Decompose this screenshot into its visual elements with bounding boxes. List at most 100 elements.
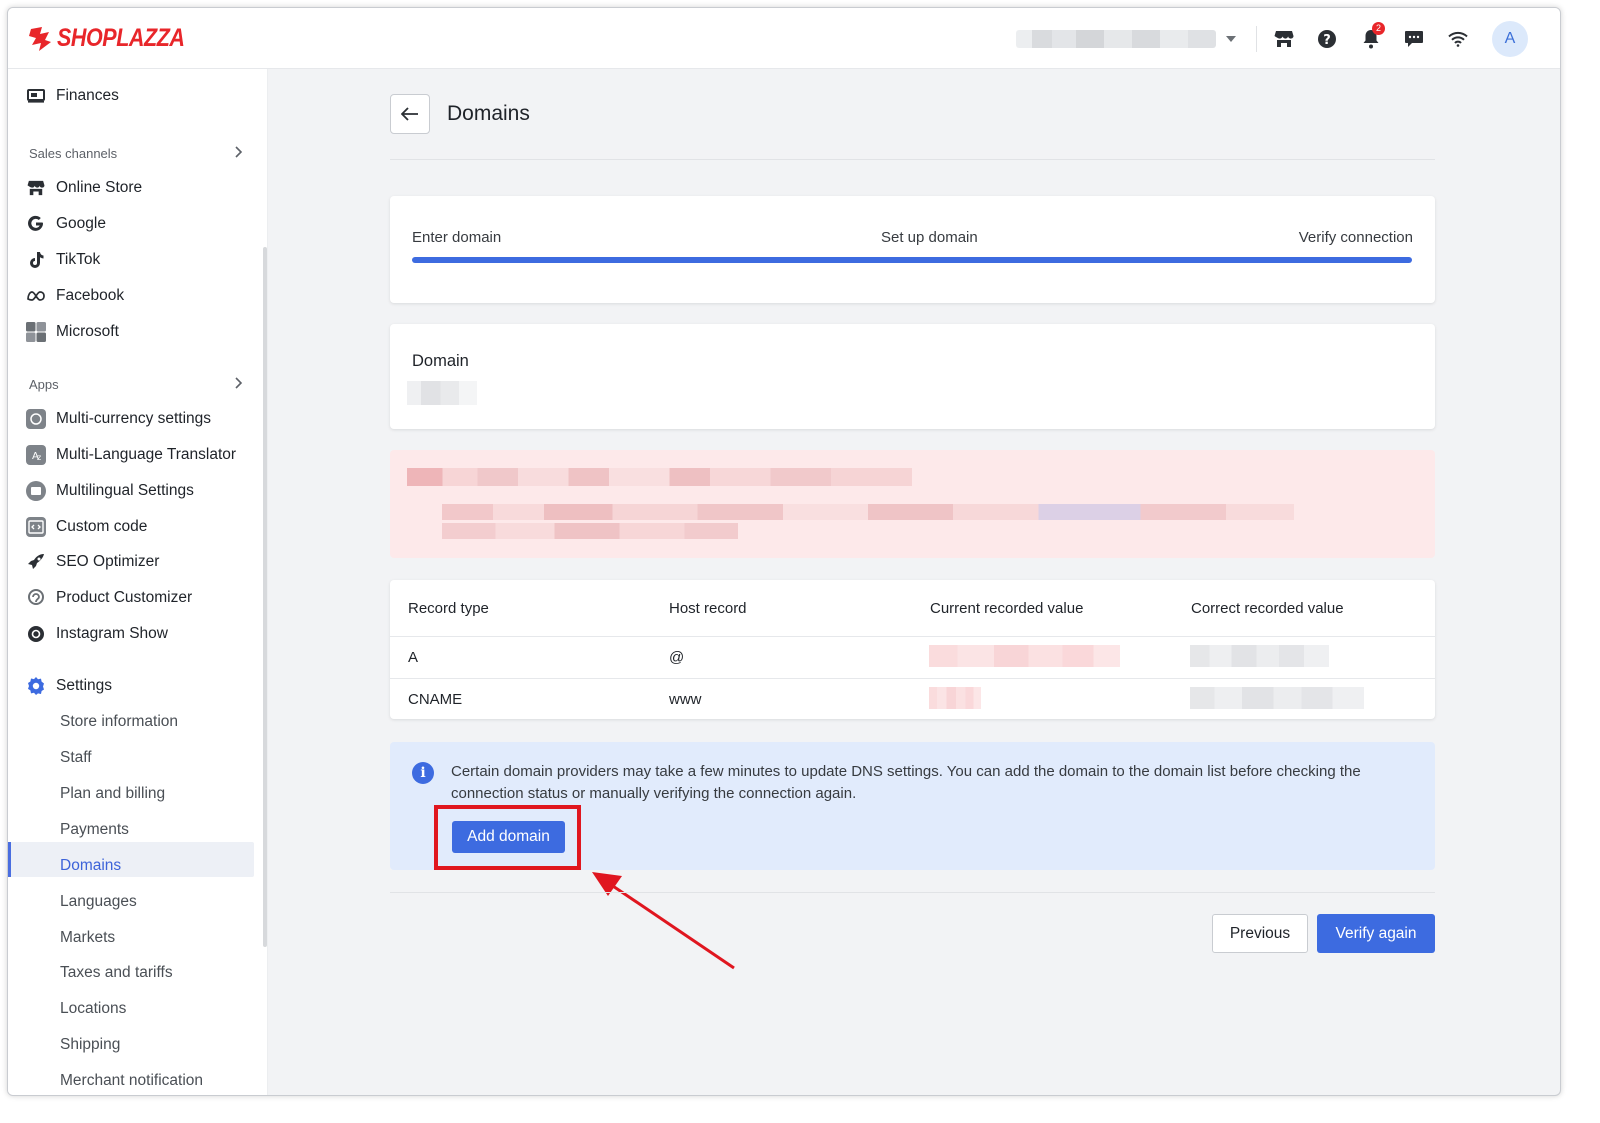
previous-button[interactable]: Previous	[1212, 914, 1308, 953]
error-banner	[390, 450, 1435, 558]
sidebar-item-microsoft[interactable]: Microsoft	[26, 319, 119, 345]
sidebar-scrollbar[interactable]	[263, 247, 267, 947]
svg-text:?: ?	[1323, 33, 1331, 48]
sidebar-item-merchant-notification[interactable]: Merchant notification	[60, 1069, 203, 1093]
cell-current-value-redacted	[929, 645, 1120, 667]
annotation-highlight-box	[434, 805, 581, 870]
sidebar-item-seo-optimizer[interactable]: SEO Optimizer	[26, 549, 159, 575]
sidebar-item-online-store[interactable]: Online Store	[26, 175, 142, 201]
table-divider	[390, 636, 1435, 637]
sidebar-item-label: TikTok	[56, 251, 101, 268]
sidebar: Finances Sales channels Online Store Goo…	[8, 69, 268, 1095]
section-title: Sales channels	[29, 146, 118, 161]
page-title: Domains	[447, 102, 530, 125]
translator-icon: Az	[26, 445, 46, 465]
brand-name: SHOPLAZZA	[57, 24, 185, 52]
store-icon[interactable]	[1271, 26, 1297, 52]
column-header-current-value: Current recorded value	[930, 599, 1084, 617]
currency-icon	[26, 409, 46, 429]
google-icon	[26, 214, 46, 234]
step-enter-domain: Enter domain	[412, 229, 502, 246]
error-text-redacted	[442, 504, 1294, 520]
table-divider	[390, 678, 1435, 679]
error-text-redacted	[442, 523, 738, 539]
sidebar-item-facebook[interactable]: Facebook	[26, 283, 124, 309]
chevron-right-icon[interactable]	[233, 376, 243, 390]
section-title: Apps	[29, 377, 59, 392]
sidebar-item-label: Facebook	[56, 287, 125, 304]
sidebar-item-domains[interactable]: Domains	[60, 854, 121, 878]
notification-icon[interactable]: 2	[1358, 22, 1385, 52]
cell-correct-value-redacted	[1190, 645, 1329, 667]
customizer-icon	[26, 588, 46, 608]
sidebar-item-finances[interactable]: Finances	[26, 83, 119, 109]
info-message: Certain domain providers may take a few …	[451, 763, 1361, 802]
sidebar-item-google[interactable]: Google	[26, 211, 106, 237]
store-selector[interactable]	[1016, 30, 1236, 48]
chevron-down-icon	[1226, 36, 1236, 42]
message-icon[interactable]	[1401, 26, 1427, 52]
sidebar-section-sales-channels[interactable]: Sales channels	[29, 146, 117, 161]
instagram-icon	[26, 624, 46, 644]
sidebar-item-multilingual-settings[interactable]: Multilingual Settings	[26, 478, 194, 504]
sidebar-section-apps[interactable]: Apps	[29, 377, 59, 392]
sidebar-item-taxes-and-tariffs[interactable]: Taxes and tariffs	[60, 961, 173, 985]
sidebar-item-tiktok[interactable]: TikTok	[26, 247, 100, 273]
annotation-arrow-icon	[592, 872, 735, 970]
cell-correct-value-redacted	[1190, 687, 1364, 709]
store-icon	[26, 178, 46, 198]
sidebar-item-product-customizer[interactable]: Product Customizer	[26, 585, 192, 611]
info-icon: i	[412, 762, 434, 784]
sidebar-item-languages[interactable]: Languages	[60, 890, 137, 914]
sidebar-item-locations[interactable]: Locations	[60, 997, 126, 1021]
step-verify-connection: Verify connection	[1298, 229, 1413, 246]
sidebar-item-shipping[interactable]: Shipping	[60, 1033, 120, 1057]
svg-text:z: z	[37, 453, 41, 462]
sidebar-active-indicator	[8, 842, 11, 877]
sidebar-item-label: Multi-Language Translator	[56, 446, 237, 463]
gear-icon	[26, 676, 46, 696]
multilingual-icon	[26, 481, 46, 501]
cell-record-type: A	[408, 648, 419, 666]
column-header-record-type: Record type	[408, 599, 489, 617]
column-header-correct-value: Correct recorded value	[1191, 599, 1344, 617]
cell-record-type: CNAME	[408, 690, 463, 708]
footer-divider	[390, 892, 1435, 893]
sidebar-item-custom-code[interactable]: Custom code	[26, 514, 147, 540]
dns-records-table: Record type Host record Current recorded…	[390, 580, 1435, 719]
sidebar-item-label: Microsoft	[56, 323, 119, 340]
sidebar-item-label: Google	[56, 215, 106, 232]
avatar[interactable]: A	[1492, 21, 1528, 57]
sidebar-item-label: Online Store	[56, 179, 143, 196]
sidebar-item-instagram-show[interactable]: Instagram Show	[26, 621, 168, 647]
sidebar-item-payments[interactable]: Payments	[60, 818, 129, 842]
sidebar-item-multi-currency[interactable]: Multi-currency settings	[26, 406, 211, 432]
page-header: Domains	[390, 94, 1435, 160]
rocket-icon	[26, 552, 46, 572]
arrow-left-icon	[401, 107, 418, 121]
toolbar-divider	[1256, 26, 1257, 52]
store-name-redacted	[1016, 30, 1216, 48]
sidebar-item-label: Settings	[56, 677, 113, 694]
sidebar-item-label: Custom code	[56, 518, 148, 535]
sidebar-item-settings[interactable]: Settings	[26, 673, 112, 699]
sidebar-item-staff[interactable]: Staff	[60, 746, 92, 770]
step-set-up-domain: Set up domain	[881, 229, 978, 246]
progress-bar	[412, 257, 1412, 263]
domain-card-title: Domain	[412, 352, 469, 370]
sidebar-item-plan-and-billing[interactable]: Plan and billing	[60, 782, 165, 806]
sidebar-item-store-information[interactable]: Store information	[60, 710, 178, 734]
tiktok-icon	[26, 250, 46, 270]
sidebar-item-multi-language-translator[interactable]: Az Multi-Language Translator	[26, 442, 236, 468]
chevron-right-icon[interactable]	[233, 145, 243, 159]
brand-logo[interactable]: SHOPLAZZA	[28, 24, 205, 53]
sidebar-item-label: Product Customizer	[56, 589, 193, 606]
cell-host-record: @	[669, 648, 685, 666]
help-icon[interactable]: ?	[1314, 26, 1340, 52]
cell-current-value-redacted	[929, 687, 981, 709]
wifi-icon[interactable]	[1445, 26, 1471, 52]
sidebar-item-label: SEO Optimizer	[56, 553, 160, 570]
back-button[interactable]	[390, 94, 430, 134]
verify-again-button[interactable]: Verify again	[1317, 914, 1435, 953]
sidebar-item-markets[interactable]: Markets	[60, 926, 115, 950]
